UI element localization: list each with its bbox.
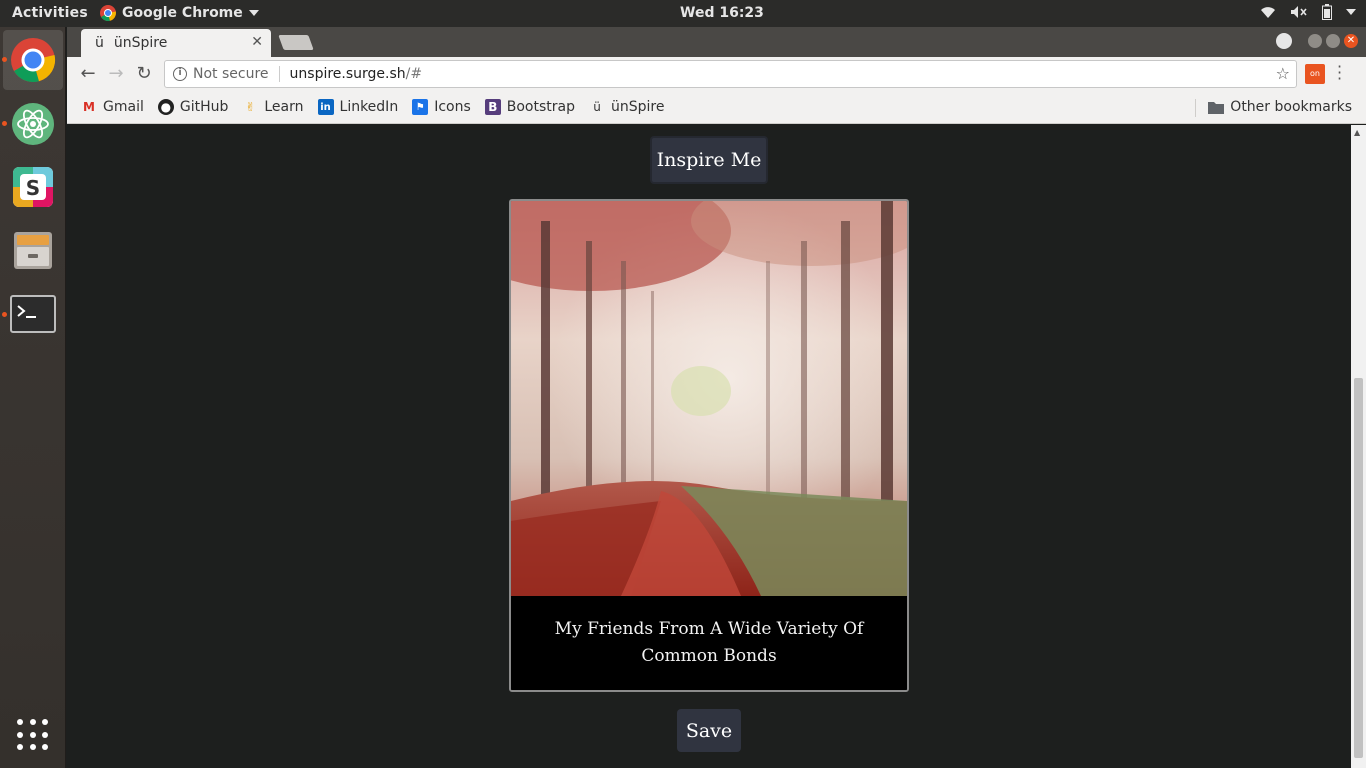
dock: S — [0, 27, 66, 768]
bookmarks-divider — [1195, 99, 1196, 117]
unspire-icon: ü — [593, 100, 601, 114]
tab-unspire[interactable]: ü ünSpire ✕ — [81, 29, 271, 57]
running-indicator — [2, 121, 7, 126]
slack-icon: S — [13, 167, 53, 207]
forest-path-photo — [511, 201, 907, 596]
save-button[interactable]: Save — [677, 709, 741, 752]
activities-button[interactable]: Activities — [12, 5, 88, 21]
maximize-button[interactable] — [1326, 34, 1340, 48]
bookmark-icons[interactable]: ⚑ Icons — [412, 99, 471, 115]
bookmark-label: Gmail — [103, 99, 144, 115]
bookmark-learn[interactable]: ✌ Learn — [242, 99, 303, 115]
vertical-scrollbar[interactable]: ▲ — [1351, 125, 1366, 768]
learn-icon: ✌ — [245, 100, 256, 114]
url-path: /# — [405, 66, 423, 82]
running-indicator — [2, 312, 7, 317]
system-tray[interactable] — [1260, 4, 1356, 20]
scrollbar-thumb[interactable] — [1354, 378, 1363, 758]
dock-chrome[interactable] — [3, 30, 63, 90]
volume-muted-icon — [1291, 6, 1307, 18]
file-cabinet-icon — [14, 232, 52, 269]
atom-icon — [12, 103, 54, 145]
svg-text:S: S — [26, 176, 40, 200]
folder-icon — [1208, 102, 1225, 114]
dock-terminal[interactable] — [3, 284, 63, 344]
bookmark-linkedin[interactable]: in LinkedIn — [317, 99, 399, 115]
bookmark-label: GitHub — [179, 99, 229, 115]
bookmark-star-icon[interactable]: ☆ — [1276, 64, 1290, 83]
quote-text: My Friends From A Wide Variety Of Common… — [511, 596, 907, 690]
new-tab-button[interactable] — [278, 35, 314, 50]
chrome-small-icon — [100, 5, 116, 21]
close-window-button[interactable]: ✕ — [1344, 34, 1358, 48]
icons-flag-icon: ⚑ — [412, 99, 429, 115]
bookmarks-bar: M Gmail ● GitHub ✌ Learn in LinkedIn ⚑ I… — [67, 91, 1366, 124]
chrome-icon — [11, 38, 56, 83]
url-host: unspire.surge.sh — [289, 66, 406, 82]
omnibox-divider — [278, 66, 280, 82]
forward-arrow-icon[interactable]: → — [105, 63, 127, 84]
system-top-bar: Activities Google Chrome Wed 16:23 — [0, 0, 1366, 27]
bookmark-label: Learn — [264, 99, 304, 115]
bookmark-bootstrap[interactable]: B Bootstrap — [484, 99, 575, 115]
linkedin-icon: in — [317, 99, 334, 115]
chrome-menu-icon[interactable]: · · · — [1337, 59, 1342, 87]
profile-icon[interactable] — [1276, 33, 1292, 49]
security-label[interactable]: Not secure — [193, 66, 269, 82]
reload-icon[interactable]: ↻ — [133, 63, 155, 84]
app-menu-label: Google Chrome — [122, 5, 243, 21]
battery-icon — [1322, 4, 1332, 20]
inspire-me-button[interactable]: Inspire Me — [650, 136, 768, 184]
app-menu[interactable]: Google Chrome — [100, 5, 259, 21]
github-icon: ● — [157, 99, 174, 115]
other-bookmarks-label: Other bookmarks — [1230, 99, 1352, 115]
other-bookmarks[interactable]: Other bookmarks — [1208, 99, 1352, 115]
minimize-button[interactable] — [1308, 34, 1322, 48]
bookmark-unspire[interactable]: ü ünSpire — [589, 99, 664, 115]
tab-title: ünSpire — [113, 35, 168, 51]
system-menu-caret-icon — [1346, 9, 1356, 15]
info-icon[interactable]: i — [173, 67, 187, 81]
dock-files[interactable] — [3, 220, 63, 280]
dock-atom[interactable] — [3, 94, 63, 154]
bookmark-label: LinkedIn — [339, 99, 399, 115]
show-applications-button[interactable] — [17, 719, 49, 751]
wifi-icon — [1261, 7, 1275, 18]
browser-window: ü ünSpire ✕ ✕ ← → ↻ i Not secure unspire… — [67, 27, 1366, 768]
browser-toolbar: ← → ↻ i Not secure unspire.surge.sh/# ☆ … — [67, 57, 1366, 91]
close-tab-icon[interactable]: ✕ — [251, 34, 263, 50]
clock[interactable]: Wed 16:23 — [680, 5, 764, 21]
bookmark-gmail[interactable]: M Gmail — [81, 99, 144, 115]
chevron-down-icon — [248, 10, 259, 16]
bootstrap-icon: B — [484, 99, 501, 115]
bookmark-label: Bootstrap — [506, 99, 575, 115]
terminal-icon — [10, 295, 56, 333]
page-viewport: Inspire Me My Friends From A Wide Variet… — [67, 125, 1351, 768]
running-indicator — [2, 57, 7, 62]
address-bar[interactable]: i Not secure unspire.surge.sh/# ☆ — [164, 60, 1297, 88]
dock-slack[interactable]: S — [3, 157, 63, 217]
tab-favicon: ü — [95, 35, 104, 51]
back-arrow-icon[interactable]: ← — [77, 63, 99, 84]
scroll-up-arrow-icon[interactable]: ▲ — [1354, 128, 1360, 137]
bookmark-github[interactable]: ● GitHub — [157, 99, 229, 115]
gmail-icon: M — [83, 100, 95, 114]
window-controls: ✕ — [1276, 33, 1358, 49]
tab-strip: ü ünSpire ✕ ✕ — [67, 27, 1366, 57]
bookmark-label: ünSpire — [611, 99, 665, 115]
quote-card: My Friends From A Wide Variety Of Common… — [509, 199, 909, 692]
extension-icon[interactable]: on — [1305, 64, 1325, 84]
bookmark-label: Icons — [434, 99, 471, 115]
